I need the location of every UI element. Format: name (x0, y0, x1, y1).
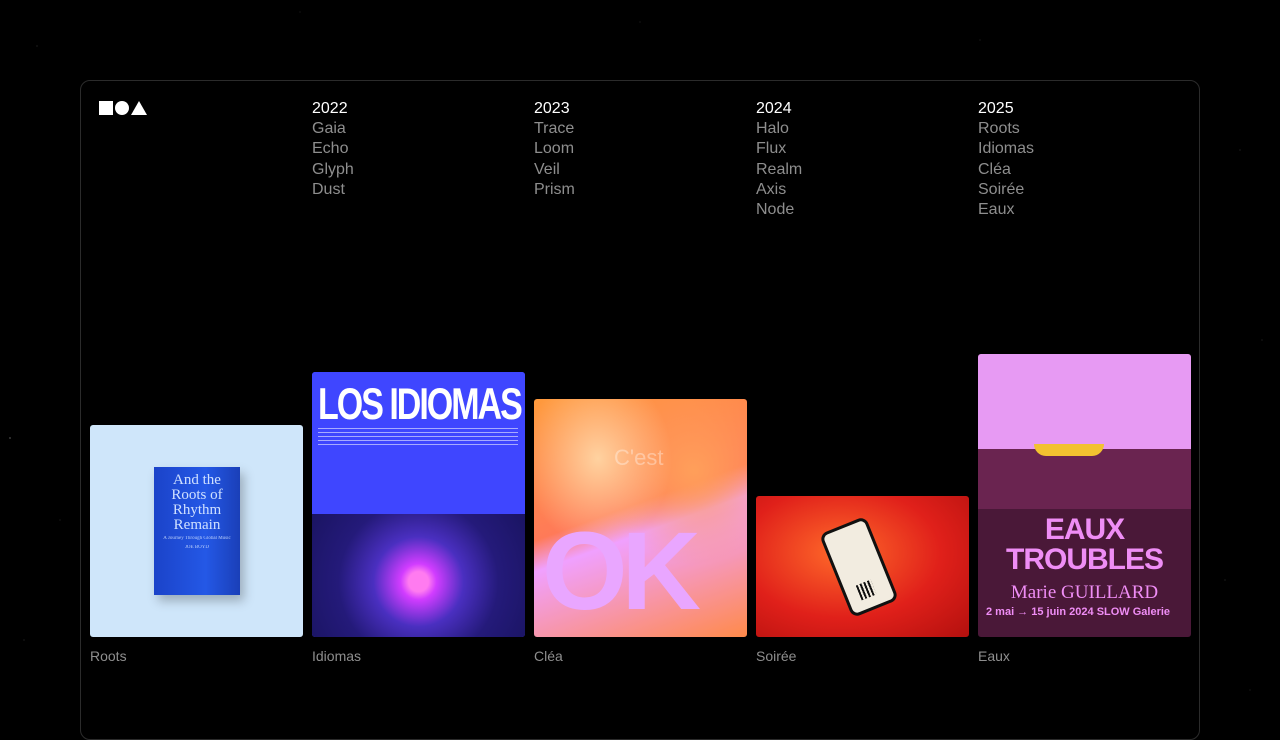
project-caption-roots[interactable]: Roots (90, 648, 127, 664)
project-link-realm[interactable]: Realm (756, 160, 956, 180)
project-link-clea[interactable]: Cléa (978, 160, 1178, 180)
year-column-2022: 2022 Gaia Echo Glyph Dust (312, 99, 512, 200)
book-title: And the Roots of Rhythm Remain (171, 472, 223, 533)
project-card-idiomas[interactable]: LOS IDIOMAS (312, 372, 525, 637)
square-circle-triangle-logo[interactable] (99, 101, 147, 115)
project-card-roots[interactable]: And the Roots of Rhythm Remain A Journey… (90, 425, 303, 637)
project-caption-clea[interactable]: Cléa (534, 648, 563, 664)
project-caption-soiree[interactable]: Soirée (756, 648, 796, 664)
project-link-echo[interactable]: Echo (312, 139, 512, 159)
year-column-2025: 2025 Roots Idiomas Cléa Soirée Eaux (978, 99, 1178, 220)
project-link-loom[interactable]: Loom (534, 139, 734, 159)
portfolio-panel: 2022 Gaia Echo Glyph Dust 2023 Trace Loo… (80, 80, 1200, 740)
project-link-trace[interactable]: Trace (534, 119, 734, 139)
project-link-dust[interactable]: Dust (312, 180, 512, 200)
project-link-node[interactable]: Node (756, 200, 956, 220)
project-link-flux[interactable]: Flux (756, 139, 956, 159)
project-caption-idiomas[interactable]: Idiomas (312, 648, 361, 664)
year-heading: 2022 (312, 100, 348, 117)
poster-title-line-2: TROUBLES (1006, 543, 1164, 576)
year-heading: 2025 (978, 100, 1014, 117)
phone-ticket-image (818, 515, 900, 619)
poster-artist: Marie GUILLARD (1010, 582, 1159, 603)
poster-title-line-1: EAUX (1044, 513, 1125, 546)
poster-header: LOS IDIOMAS (312, 372, 525, 514)
poster-illustration-water (978, 449, 1191, 509)
project-card-clea[interactable]: C'est OK (534, 399, 747, 637)
project-link-halo[interactable]: Halo (756, 119, 956, 139)
project-link-idiomas[interactable]: Idiomas (978, 139, 1178, 159)
project-link-glyph[interactable]: Glyph (312, 160, 512, 180)
qr-code-icon (855, 579, 877, 601)
poster-title: LOS IDIOMAS (318, 380, 523, 430)
poster-big-text: OK (542, 510, 701, 633)
book-author: JOE BOYD (184, 545, 210, 550)
project-link-axis[interactable]: Axis (756, 180, 956, 200)
poster-text-lines (318, 428, 518, 448)
poster-venue: SLOW Galerie (1096, 606, 1171, 618)
book-subtitle: A Journey Through Global Music (163, 536, 231, 541)
glowing-hands-image (312, 514, 525, 637)
year-column-2023: 2023 Trace Loom Veil Prism (534, 99, 734, 200)
year-heading: 2023 (534, 100, 570, 117)
project-link-eaux[interactable]: Eaux (978, 200, 1178, 220)
project-link-soiree[interactable]: Soirée (978, 180, 1178, 200)
year-column-2024: 2024 Halo Flux Realm Axis Node (756, 99, 956, 220)
project-card-eaux[interactable]: EAUX TROUBLES Marie GUILLARD 2 mai → 15 … (978, 354, 1191, 637)
year-heading: 2024 (756, 100, 792, 117)
project-card-soiree[interactable] (756, 496, 969, 637)
poster-illustration-sky (978, 354, 1191, 449)
poster-dates: 2 mai → 15 juin 2024 SLOW Galerie (986, 606, 1171, 618)
project-link-roots[interactable]: Roots (978, 119, 1178, 139)
project-link-veil[interactable]: Veil (534, 160, 734, 180)
project-link-gaia[interactable]: Gaia (312, 119, 512, 139)
book-cover-image: And the Roots of Rhythm Remain A Journey… (154, 467, 240, 595)
boat-illustration (1034, 444, 1104, 456)
project-link-prism[interactable]: Prism (534, 180, 734, 200)
project-caption-eaux[interactable]: Eaux (978, 648, 1010, 664)
poster-small-text: C'est (614, 445, 664, 470)
